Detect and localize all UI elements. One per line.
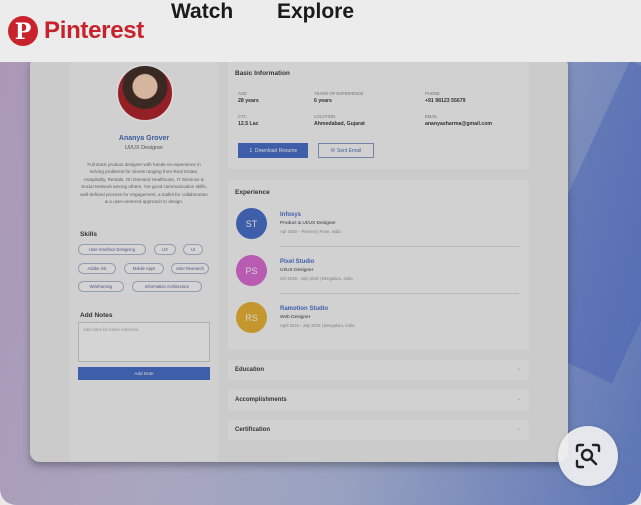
company-name: Ramotion Studio <box>280 306 328 312</box>
visual-search-button[interactable] <box>558 426 618 486</box>
pinterest-logo[interactable]: P Pinterest <box>8 16 144 46</box>
skill-chip: Wireframing <box>78 281 124 292</box>
job-role: UI/UX Designer <box>280 268 314 273</box>
field-value: Ahmedabad, Gujarat <box>314 121 365 127</box>
field-label: CTC <box>238 114 247 119</box>
field-value: 12.5 Lac <box>238 121 259 127</box>
field-label: EMAIL <box>425 114 438 119</box>
chevron-down-icon: ⌄ <box>516 366 521 372</box>
skill-chip: User Research <box>171 263 209 274</box>
experience-item: RS Ramotion Studio Web Designer April 20… <box>236 302 519 348</box>
notes-field: Add notes for future reference <box>78 322 210 362</box>
experience-item: PS Pixel Studio UI/UX Designer Oct 2016 … <box>236 255 519 301</box>
experience-card: Experience ST Infosys Product & UI/UX De… <box>228 180 529 350</box>
skill-chip: UX <box>154 244 176 255</box>
job-dates: April 2015 - July 2016 | Bengaluru, Indi… <box>280 323 355 328</box>
profile-role: UI/UX Designer <box>124 145 164 151</box>
section-title: Accomplishments <box>235 397 287 403</box>
section-title: Certification <box>235 427 271 433</box>
basic-information-title: Basic Information <box>235 70 290 77</box>
nav-watch-link[interactable]: Watch <box>171 0 233 26</box>
experience-item: ST Infosys Product & UI/UX Designer Apr … <box>236 208 519 254</box>
company-name: Infosys <box>280 212 302 218</box>
company-name: Pixel Studio <box>280 259 315 265</box>
profile-name: Ananya Grover <box>118 135 170 142</box>
chevron-down-icon: ⌄ <box>516 396 521 402</box>
education-section: Education ⌄ <box>228 360 529 380</box>
skill-chip: Mobile Apps <box>124 263 164 274</box>
field-value: ananyasharma@gmail.com <box>425 121 493 127</box>
field-label: YEARS OF EXPERIENCE <box>314 91 364 96</box>
avatar <box>116 64 174 122</box>
profile-mockup: Ananya Grover UI/UX Designer Full stack … <box>30 62 568 462</box>
pinterest-logo-icon: P <box>8 16 38 46</box>
field-value: 28 years <box>238 98 259 104</box>
basic-information-card: Basic Information AGE 28 years YEARS OF … <box>228 62 529 169</box>
profile-card: Ananya Grover UI/UX Designer Full stack … <box>70 62 218 461</box>
skill-chip: Adobe XD <box>78 263 116 274</box>
send-email-button: ✉ Sent Email <box>318 143 374 158</box>
download-resume-button: ↧ Download Resume <box>238 143 308 158</box>
pinterest-wordmark: Pinterest <box>44 17 145 44</box>
job-dates: Oct 2016 - July 2016 | Bengaluru, India <box>280 276 353 281</box>
company-logo: PS <box>236 255 267 286</box>
nav-explore-link[interactable]: Explore <box>277 0 354 26</box>
job-dates: Apr 2018 – Present | Pune, India <box>280 229 341 234</box>
field-label: PHONE <box>425 91 440 96</box>
field-value: +91 98123 55679 <box>425 98 466 104</box>
download-icon: ↧ <box>248 147 253 154</box>
company-logo: RS <box>236 302 267 333</box>
job-role: Web Designer <box>280 315 311 320</box>
skill-chip: Information Architecture <box>132 281 202 292</box>
add-note-button: Add Note <box>78 367 210 380</box>
add-notes-title: Add Notes <box>80 312 113 319</box>
chevron-down-icon: ⌄ <box>516 426 521 432</box>
field-label: AGE <box>238 91 247 96</box>
visual-search-icon <box>575 443 601 469</box>
mail-icon: ✉ <box>330 147 335 154</box>
top-navigation-bar: P Pinterest Watch Explore <box>0 0 641 62</box>
divider <box>280 246 519 247</box>
skills-title: Skills <box>80 231 97 238</box>
skill-chip: User Interface Designing <box>78 244 146 255</box>
company-logo: ST <box>236 208 267 239</box>
field-label: LOCATION <box>314 114 336 119</box>
accomplishments-section: Accomplishments ⌄ <box>228 390 529 410</box>
certification-section: Certification ⌄ <box>228 420 529 440</box>
experience-title: Experience <box>235 189 270 196</box>
profile-bio: Full stack product designer with hands-o… <box>80 162 208 205</box>
divider <box>280 293 519 294</box>
section-title: Education <box>235 367 265 373</box>
job-role: Product & UI/UX Designer <box>280 221 336 226</box>
pin-image[interactable]: Ananya Grover UI/UX Designer Full stack … <box>0 62 641 505</box>
field-value: 6 years <box>314 98 332 104</box>
skill-chip: UI <box>183 244 203 255</box>
